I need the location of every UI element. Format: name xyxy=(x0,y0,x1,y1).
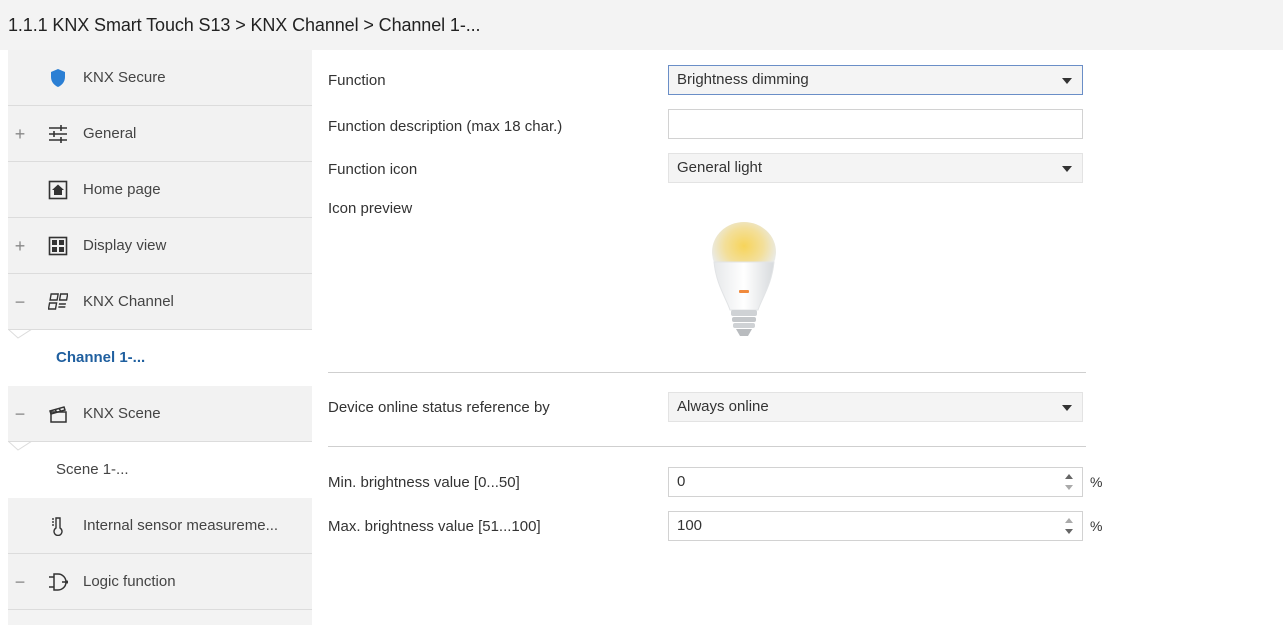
sidebar-item-label: Logic function xyxy=(83,573,176,590)
spinner-arrows-icon[interactable] xyxy=(1064,516,1074,536)
online-status-select-value: Always online xyxy=(677,398,769,415)
sidebar-item-label: Channel 1-... xyxy=(56,349,146,366)
sidebar-item-internal-sensor[interactable]: Internal sensor measureme... xyxy=(8,498,312,554)
min-brightness-value: 0 xyxy=(677,473,686,490)
sidebar-item-label: Home page xyxy=(83,181,161,198)
spinner-arrows-icon[interactable] xyxy=(1064,472,1074,492)
expand-toggle[interactable]: + xyxy=(11,218,29,274)
function-icon-select[interactable]: General light xyxy=(668,153,1083,183)
sidebar-item-general[interactable]: + General xyxy=(8,106,312,162)
collapse-toggle[interactable]: − xyxy=(11,386,29,442)
function-select-value: Brightness dimming xyxy=(677,71,809,88)
function-icon-label: Function icon xyxy=(328,161,418,178)
sidebar-item-knx-channel[interactable]: − KNX Channel xyxy=(8,274,312,330)
clapperboard-icon xyxy=(49,406,67,423)
notch-divider xyxy=(8,441,32,451)
online-status-label: Device online status reference by xyxy=(328,399,550,416)
function-label: Function xyxy=(328,72,386,89)
sidebar: KNX Secure + General Home page + Display… xyxy=(8,50,312,625)
breadcrumb: 1.1.1 KNX Smart Touch S13 > KNX Channel … xyxy=(8,15,481,35)
section-divider xyxy=(328,446,1086,447)
function-select[interactable]: Brightness dimming xyxy=(668,65,1083,95)
chevron-down-icon xyxy=(1062,405,1072,411)
logic-icon xyxy=(49,573,68,591)
thermometer-icon xyxy=(52,517,63,536)
sidebar-item-knx-secure[interactable]: KNX Secure xyxy=(8,50,312,106)
sidebar-item-label: Scene 1-... xyxy=(56,461,129,478)
sliders-icon xyxy=(49,125,67,143)
online-status-select[interactable]: Always online xyxy=(668,392,1083,422)
sidebar-item-label: General xyxy=(83,125,137,142)
home-icon xyxy=(48,180,68,200)
notch-divider xyxy=(8,329,32,339)
sidebar-item-label: Internal sensor measureme... xyxy=(83,517,279,534)
sidebar-item-label: Display view xyxy=(83,237,167,254)
light-bulb-icon xyxy=(712,222,776,336)
sidebar-item-display-view[interactable]: + Display view xyxy=(8,218,312,274)
description-label: Function description (max 18 char.) xyxy=(328,118,563,135)
expand-toggle xyxy=(11,498,29,554)
sidebar-item-scene-1[interactable]: Scene 1-... xyxy=(8,441,312,498)
max-brightness-label: Max. brightness value [51...100] xyxy=(328,518,541,535)
channel-icon xyxy=(48,293,68,310)
description-input[interactable] xyxy=(668,109,1083,139)
chevron-down-icon xyxy=(1062,166,1072,172)
sidebar-item-logic-function[interactable]: − Logic function xyxy=(8,554,312,610)
collapse-toggle[interactable]: − xyxy=(11,554,29,610)
icon-preview-label: Icon preview xyxy=(328,200,413,217)
expand-toggle[interactable]: + xyxy=(11,106,29,162)
collapse-toggle[interactable]: − xyxy=(11,274,29,330)
expand-toggle xyxy=(11,50,29,106)
expand-toggle xyxy=(11,162,29,218)
chevron-down-icon xyxy=(1062,78,1072,84)
sidebar-item-knx-scene[interactable]: − KNX Scene xyxy=(8,386,312,442)
min-brightness-input[interactable]: 0 xyxy=(668,467,1083,497)
header-bar: 1.1.1 KNX Smart Touch S13 > KNX Channel … xyxy=(0,0,1283,50)
sidebar-item-label: KNX Secure xyxy=(83,69,166,86)
sidebar-item-home-page[interactable]: Home page xyxy=(8,162,312,218)
function-icon-select-value: General light xyxy=(677,159,763,176)
section-divider xyxy=(328,372,1086,373)
sidebar-item-channel-1[interactable]: Channel 1-... xyxy=(8,329,312,386)
sidebar-item-label: KNX Channel xyxy=(83,293,174,310)
parameter-panel: Function Brightness dimming Function des… xyxy=(312,50,1283,625)
max-brightness-unit: % xyxy=(1090,518,1103,534)
grid-icon xyxy=(48,236,68,256)
max-brightness-input[interactable]: 100 xyxy=(668,511,1083,541)
min-brightness-unit: % xyxy=(1090,474,1103,490)
sidebar-item-label: KNX Scene xyxy=(83,405,161,422)
shield-icon xyxy=(51,69,65,87)
max-brightness-value: 100 xyxy=(677,517,703,534)
min-brightness-label: Min. brightness value [0...50] xyxy=(328,474,520,491)
